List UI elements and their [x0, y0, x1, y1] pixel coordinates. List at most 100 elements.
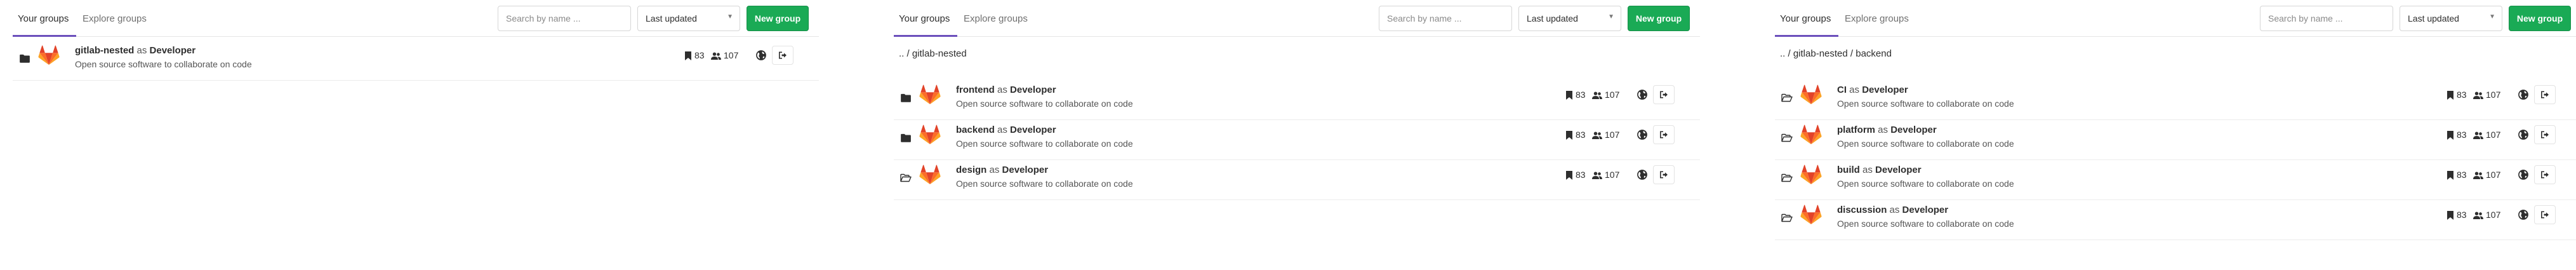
leave-group-button[interactable]	[2534, 125, 2556, 144]
sign-out-icon	[779, 51, 787, 59]
member-count-value: 107	[2486, 210, 2501, 220]
as-text: as	[1862, 165, 1873, 175]
folder-open-icon	[1781, 93, 1793, 102]
new-group-button[interactable]: New group	[2509, 6, 2571, 31]
tab-explore-groups[interactable]: Explore groups	[964, 13, 1028, 25]
users-icon	[2473, 172, 2483, 179]
leave-group-button[interactable]	[1653, 85, 1675, 104]
group-name-link[interactable]: backend	[956, 125, 995, 135]
group-name-link[interactable]: discussion	[1837, 205, 1887, 215]
tab-your-groups[interactable]: Your groups	[1780, 13, 1831, 25]
group-row[interactable]: design as Developer Open source software…	[894, 160, 1700, 200]
gitlab-tanuki-logo	[38, 45, 60, 65]
member-count: 107	[1592, 128, 1619, 141]
sort-dropdown-label: Last updated	[646, 13, 697, 24]
bookmark-icon	[685, 51, 691, 60]
project-count-value: 83	[1576, 90, 1586, 100]
leave-group-button[interactable]	[2534, 205, 2556, 224]
project-count: 83	[2447, 88, 2467, 101]
leave-group-button[interactable]	[2534, 165, 2556, 184]
member-count: 107	[2473, 208, 2500, 221]
group-row[interactable]: platform as Developer Open source softwa…	[1775, 120, 2576, 160]
sign-out-icon	[1660, 171, 1668, 179]
tab-explore-groups[interactable]: Explore groups	[83, 13, 147, 25]
leave-group-button[interactable]	[1653, 125, 1675, 144]
group-title: frontend as Developer	[956, 84, 1056, 97]
group-name-link[interactable]: design	[956, 165, 986, 175]
new-group-button[interactable]: New group	[747, 6, 809, 31]
group-name-link[interactable]: CI	[1837, 84, 1847, 95]
sign-out-icon	[2541, 171, 2549, 179]
gitlab-tanuki-logo	[919, 84, 941, 105]
users-icon	[711, 52, 721, 60]
sort-dropdown-label: Last updated	[2408, 13, 2459, 24]
sort-dropdown[interactable]: Last updated ▼	[637, 6, 740, 31]
member-count: 107	[1592, 168, 1619, 181]
member-count: 107	[1592, 88, 1619, 101]
group-row[interactable]: backend as Developer Open source softwar…	[894, 120, 1700, 160]
search-input[interactable]	[498, 6, 631, 31]
group-title: discussion as Developer	[1837, 204, 1948, 217]
project-count: 83	[1565, 128, 1586, 141]
globe-icon	[1637, 130, 1647, 140]
active-tab-indicator	[13, 35, 76, 37]
group-name-link[interactable]: frontend	[956, 84, 995, 95]
gitlab-tanuki-logo	[1800, 165, 1822, 185]
sort-dropdown[interactable]: Last updated ▼	[2400, 6, 2502, 31]
tab-your-groups[interactable]: Your groups	[18, 13, 69, 25]
access-role: Developer	[149, 45, 196, 56]
breadcrumb: .. / gitlab-nested	[899, 48, 967, 59]
tab-your-groups[interactable]: Your groups	[899, 13, 950, 25]
as-text: as	[997, 125, 1007, 135]
sign-out-icon	[1660, 91, 1668, 98]
group-row[interactable]: frontend as Developer Open source softwa…	[894, 80, 1700, 120]
as-text: as	[136, 45, 147, 56]
tab-explore-groups[interactable]: Explore groups	[1845, 13, 1909, 25]
group-title: platform as Developer	[1837, 124, 1937, 137]
globe-icon	[2518, 130, 2528, 140]
group-description: Open source software to collaborate on c…	[1837, 138, 2014, 149]
leave-group-button[interactable]	[772, 46, 793, 65]
globe-icon	[2518, 210, 2528, 220]
breadcrumb: .. / gitlab-nested / backend	[1780, 48, 1892, 59]
group-description: Open source software to collaborate on c…	[956, 179, 1133, 189]
users-icon	[1592, 172, 1602, 179]
group-description: Open source software to collaborate on c…	[1837, 179, 2014, 189]
bookmark-icon	[1566, 171, 1572, 180]
gitlab-tanuki-logo	[919, 125, 941, 145]
group-name-link[interactable]: platform	[1837, 125, 1875, 135]
group-name-link[interactable]: build	[1837, 165, 1860, 175]
access-role: Developer	[1890, 125, 1937, 135]
users-icon	[2473, 91, 2483, 99]
group-row[interactable]: CI as Developer Open source software to …	[1775, 80, 2576, 120]
users-icon	[2473, 212, 2483, 219]
access-role: Developer	[1010, 125, 1056, 135]
group-title: build as Developer	[1837, 164, 1922, 177]
sort-dropdown[interactable]: Last updated ▼	[1518, 6, 1621, 31]
group-name-link[interactable]: gitlab-nested	[75, 45, 134, 56]
group-description: Open source software to collaborate on c…	[956, 98, 1133, 109]
new-group-button[interactable]: New group	[1628, 6, 1690, 31]
group-row[interactable]: discussion as Developer Open source soft…	[1775, 200, 2576, 240]
globe-icon	[1637, 90, 1647, 100]
bookmark-icon	[1566, 91, 1572, 100]
as-text: as	[997, 84, 1007, 95]
as-text: as	[989, 165, 1000, 175]
sign-out-icon	[1660, 131, 1668, 138]
search-input[interactable]	[1379, 6, 1512, 31]
access-role: Developer	[1010, 84, 1056, 95]
member-count: 107	[2473, 88, 2500, 101]
leave-group-button[interactable]	[2534, 85, 2556, 104]
search-input[interactable]	[2260, 6, 2393, 31]
project-count-value: 83	[1576, 170, 1586, 180]
project-count-value: 83	[694, 50, 705, 60]
leave-group-button[interactable]	[1653, 165, 1675, 184]
access-role: Developer	[1875, 165, 1922, 175]
group-row[interactable]: gitlab-nested as Developer Open source s…	[13, 41, 819, 81]
project-count-value: 83	[2457, 210, 2467, 220]
sign-out-icon	[2541, 91, 2549, 98]
group-row[interactable]: build as Developer Open source software …	[1775, 160, 2576, 200]
as-text: as	[1889, 205, 1900, 215]
project-count-value: 83	[1576, 130, 1586, 140]
active-tab-indicator	[1775, 35, 1838, 37]
